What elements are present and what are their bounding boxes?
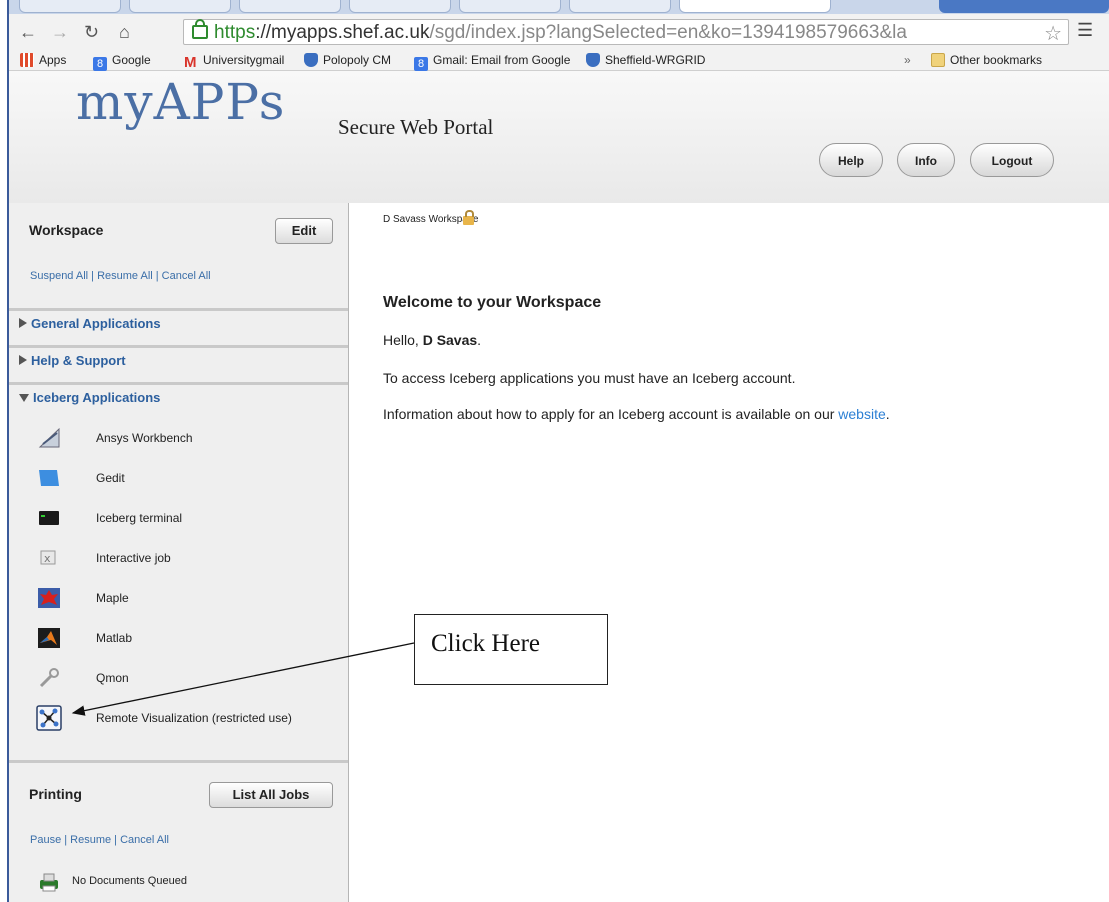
menu-icon[interactable]: ☰ [1077,20,1093,41]
divider [9,760,348,763]
browser-tab[interactable] [239,0,341,13]
back-icon[interactable]: ← [19,20,37,44]
gedit-icon [37,467,61,489]
app-iceberg-terminal[interactable]: Iceberg terminal [37,503,347,533]
bookmarks-bar: Apps 8 Google M Universitygmail Polopoly C… [9,50,1109,71]
bookmarks-overflow[interactable]: » [904,52,911,68]
print-queue-status: No Documents Queued [37,867,347,897]
bookmark-polopoly[interactable]: Polopoly CM [304,52,391,68]
bookmark-google[interactable]: 8 Google [93,52,151,71]
main-content: D Savass Workspace Welcome to your Works… [349,203,1109,902]
website-link[interactable]: website [838,406,885,422]
url-text[interactable]: https://myapps.shef.ac.uk/sgd/index.jsp?… [214,22,1034,44]
app-ansys-workbench[interactable]: Ansys Workbench [37,423,347,453]
ansys-icon [37,427,61,449]
interactive-job-icon: x [37,547,61,569]
click-here-callout: Click Here [414,614,608,685]
window-controls[interactable] [939,0,1109,13]
help-button[interactable]: Help [819,143,883,177]
address-bar[interactable]: https://myapps.shef.ac.uk/sgd/index.jsp?… [183,19,1069,45]
workspace-title: Workspace [29,222,104,238]
browser-tab[interactable] [459,0,561,13]
app-gedit[interactable]: Gedit [37,463,347,493]
collapse-arrow-icon [19,394,29,402]
access-text: To access Iceberg applications you must … [383,370,796,386]
bookmark-sheffield-wrgrid[interactable]: Sheffield-WRGRID [586,52,705,68]
bookmark-apps[interactable]: Apps [20,52,66,68]
browser-tab[interactable] [129,0,231,13]
browser-tab[interactable] [19,0,121,13]
folder-icon [931,53,945,67]
browser-tab[interactable] [349,0,451,13]
forward-icon[interactable]: → [51,20,69,44]
browser-toolbar: ← → ↻ ⌂ https://myapps.shef.ac.uk/sgd/in… [9,14,1109,71]
home-icon[interactable]: ⌂ [119,20,130,44]
apps-grid-icon [20,53,34,67]
remote-visualization-icon [36,705,62,731]
portal-header: myAPPs Secure Web Portal Help Info Logou… [9,71,1109,204]
bookmark-star-icon[interactable]: ☆ [1044,21,1062,46]
section-general-applications[interactable]: General Applications [9,308,348,332]
app-matlab[interactable]: Matlab [37,623,347,653]
edit-button[interactable]: Edit [275,218,333,244]
other-bookmarks[interactable]: Other bookmarks [931,52,1042,68]
hello-text: Hello, D Savas. [383,332,482,348]
portal-subtitle: Secure Web Portal [338,115,494,139]
wrench-icon [37,667,61,689]
window-edge [0,0,9,902]
padlock-icon [463,210,474,225]
expand-arrow-icon [19,318,27,328]
reload-icon[interactable]: ↻ [84,20,99,44]
active-browser-tab[interactable] [679,0,831,13]
app-remote-visualization[interactable]: Remote Visualization (restricted use) [36,703,347,733]
expand-arrow-icon [19,355,27,365]
tab-strip [9,0,1109,14]
svg-text:x: x [44,552,51,565]
info-text: Information about how to apply for an Ic… [383,406,890,422]
google-icon: 8 [93,57,107,71]
shield-icon [304,53,318,67]
info-button[interactable]: Info [897,143,955,177]
printer-icon [37,871,61,893]
terminal-icon [37,507,61,529]
sidebar: Workspace Edit Suspend All | Resume All … [9,203,349,902]
matlab-icon [37,627,61,649]
list-all-jobs-button[interactable]: List All Jobs [209,782,333,808]
maple-icon [37,587,61,609]
browser-tab[interactable] [569,0,671,13]
app-maple[interactable]: Maple [37,583,347,613]
workspace-links[interactable]: Suspend All | Resume All | Cancel All [30,270,211,282]
shield-icon [586,53,600,67]
logo: myAPPs [76,73,286,131]
bookmark-universitygmail[interactable]: M Universitygmail [184,52,284,71]
app-qmon[interactable]: Qmon [37,663,347,693]
logout-button[interactable]: Logout [970,143,1054,177]
welcome-heading: Welcome to your Workspace [383,294,602,311]
section-help-support[interactable]: Help & Support [9,345,348,369]
printing-title: Printing [29,786,82,802]
google-icon: 8 [414,57,428,71]
gmail-icon: M [184,54,197,71]
printing-links[interactable]: Pause | Resume | Cancel All [30,834,169,846]
bookmark-gmail[interactable]: 8 Gmail: Email from Google [414,52,570,71]
browser-window: ← → ↻ ⌂ https://myapps.shef.ac.uk/sgd/in… [9,0,1109,902]
lock-icon [192,19,208,39]
app-interactive-job[interactable]: x Interactive job [37,543,347,573]
section-iceberg-applications[interactable]: Iceberg Applications [9,382,348,406]
